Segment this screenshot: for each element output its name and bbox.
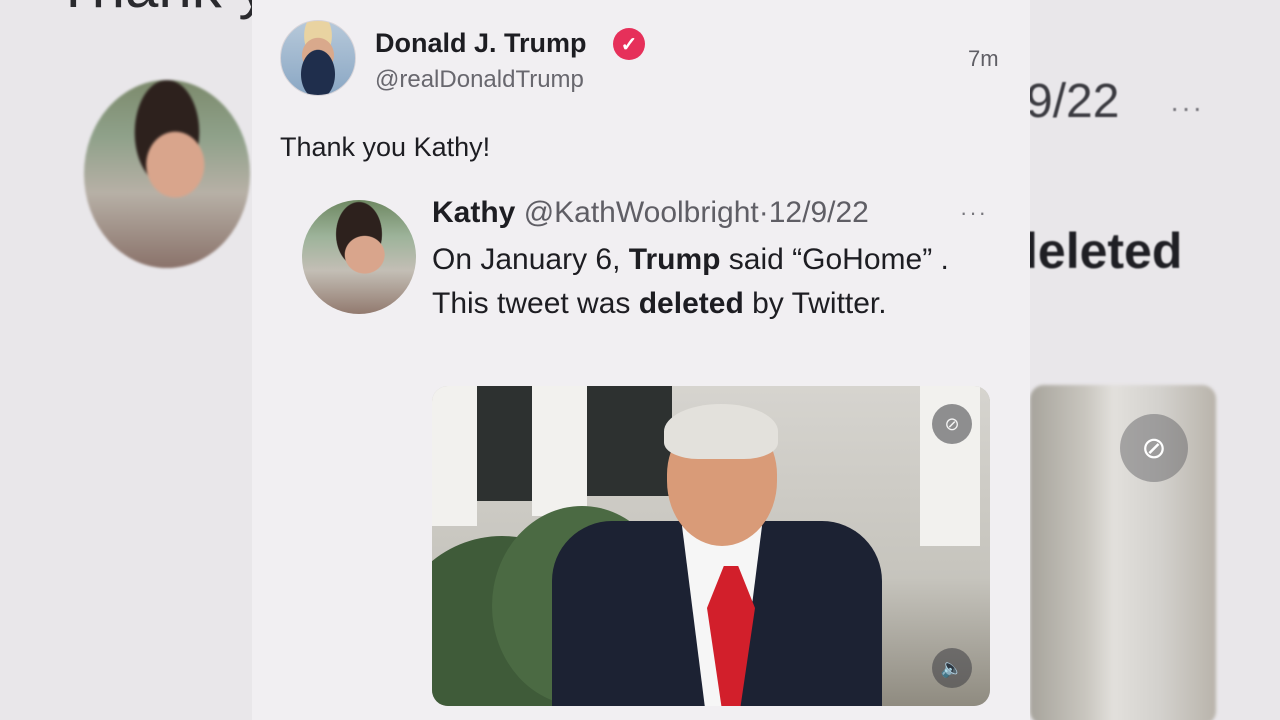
background-date: 9/22 (1026, 75, 1120, 128)
verified-badge-icon: ✓ (613, 28, 645, 60)
quote-date[interactable]: 12/9/22 (769, 196, 869, 229)
background-gif-off-icon: ⊘ (1120, 414, 1188, 482)
quote-text: On January 6, Trump said “GoHome” . This… (432, 238, 1007, 326)
quote-separator: · (758, 196, 769, 229)
background-avatar (84, 80, 250, 268)
quote-avatar[interactable] (302, 200, 416, 314)
video-window (477, 386, 532, 501)
quote-author-handle[interactable]: @KathWoolbright (524, 196, 759, 229)
background-deleted-text: leleted (1024, 223, 1183, 279)
quote-more-icon[interactable]: ··· (960, 200, 988, 226)
gif-off-icon[interactable]: ⊘ (932, 404, 972, 444)
avatar[interactable] (280, 20, 356, 96)
video-person-hair (664, 404, 778, 459)
volume-icon[interactable]: 🔈 (932, 648, 972, 688)
tweet-card: Donald J. Trump ✓ @realDonaldTrump 7m Th… (252, 0, 1030, 720)
quote-text-part3: by Twitter. (743, 287, 887, 320)
author-display-name[interactable]: Donald J. Trump (375, 28, 587, 59)
tweet-text: Thank you Kathy! (280, 132, 491, 162)
video-column (532, 386, 587, 516)
video-window (587, 386, 672, 496)
quote-author-name[interactable]: Kathy (432, 196, 515, 229)
quote-text-part1: On January 6, (432, 243, 629, 276)
quote-text-bold1: Trump (628, 243, 721, 276)
video-column (432, 386, 477, 526)
tweet-timestamp[interactable]: 7m (968, 46, 999, 72)
quote-header[interactable]: Kathy @KathWoolbright·12/9/22 (432, 196, 869, 230)
author-handle[interactable]: @realDonaldTrump (375, 66, 584, 94)
background-more-icon: ··· (1170, 92, 1204, 123)
quote-text-bold2: deleted (638, 287, 744, 320)
video-player[interactable]: ⊘ 🔈 (432, 386, 990, 706)
